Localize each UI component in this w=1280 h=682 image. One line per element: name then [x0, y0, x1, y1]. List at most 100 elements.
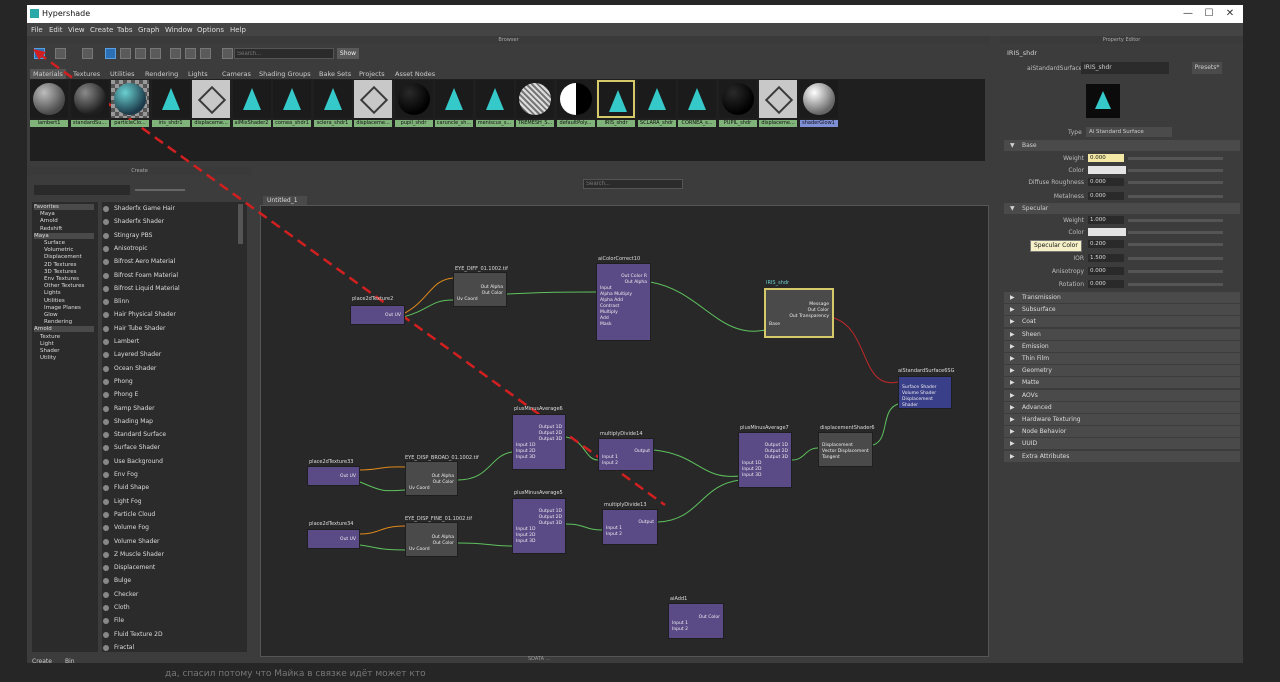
node-title-dispshader: displacementShader6	[820, 425, 875, 431]
material-swatch[interactable]	[475, 80, 514, 118]
wire-disp	[872, 403, 899, 446]
port-input3d-7: Input 3D	[742, 473, 762, 478]
node-shading-group[interactable]: Surface Shader Volume Shader Displacemen…	[898, 376, 952, 409]
material-swatch[interactable]	[70, 80, 109, 118]
expand-triangle-icon: ▶	[1010, 294, 1015, 301]
material-swatch[interactable]	[111, 80, 149, 118]
spec-color-slider[interactable]	[1128, 231, 1223, 234]
port-outalpha-fine: Out Alpha	[431, 535, 454, 540]
section-header[interactable]: ▶ Thin Film	[1004, 353, 1240, 364]
material-swatch[interactable]	[313, 80, 352, 118]
swatch-label: shaderGlow1	[799, 120, 838, 127]
material-swatch[interactable]	[192, 80, 230, 118]
section-header[interactable]: ▶ UUID	[1004, 438, 1240, 450]
swatch-label: iris_shdr1	[151, 120, 190, 127]
arnold-logo-icon	[161, 88, 180, 110]
node-eye-disp-broad[interactable]: Out Alpha Out Color Uv Coord	[405, 461, 458, 496]
section-header[interactable]: ▶ Advanced	[1004, 401, 1240, 413]
metalness-field[interactable]: 0.000	[1088, 192, 1124, 200]
wire-uv-3	[359, 466, 406, 471]
anisotropy-slider[interactable]	[1128, 270, 1223, 273]
node-multiplydivide13[interactable]: Output Input 1 Input 2	[602, 509, 658, 545]
node-eye-diff-file[interactable]: Out Alpha Out Color Uv Coord	[453, 272, 507, 307]
material-swatch[interactable]	[232, 80, 271, 118]
spec-roughness-field[interactable]: 0.200	[1088, 240, 1124, 248]
swatch-label: caruncle_sh...	[435, 120, 473, 127]
metalness-slider[interactable]	[1128, 195, 1223, 198]
material-swatch[interactable]	[556, 80, 595, 118]
section-header[interactable]: ▶ Node Behavior	[1004, 426, 1240, 438]
node-eye-disp-fine[interactable]: Out Alpha Out Color Uv Coord	[405, 522, 458, 557]
base-color-slider[interactable]	[1128, 169, 1223, 172]
node-place2dtexture2[interactable]: Out UV	[350, 305, 405, 325]
node-place2dtexture33[interactable]: Out UV	[307, 466, 360, 486]
node-iris-shdr[interactable]: Message Out Color Out Transparency Base	[764, 288, 834, 338]
material-swatch[interactable]	[678, 80, 716, 118]
wire-base	[649, 281, 766, 332]
base-weight-slider[interactable]	[1128, 157, 1223, 160]
section-header[interactable]: ▶ Emission	[1004, 340, 1240, 352]
diffuse-roughness-field[interactable]: 0.000	[1088, 178, 1124, 186]
material-swatch[interactable]	[759, 80, 797, 118]
material-swatch[interactable]	[718, 80, 757, 118]
ior-slider[interactable]	[1128, 257, 1223, 260]
spec-roughness-slider[interactable]	[1128, 243, 1223, 246]
node-aicolorcorrect[interactable]: Out Color R Out Alpha Input Alpha Multip…	[596, 263, 651, 341]
wire-uv-1	[402, 277, 454, 315]
material-preview-sphere	[73, 83, 106, 115]
section-header[interactable]: ▶ Subsurface	[1004, 304, 1240, 316]
material-swatch[interactable]	[273, 80, 311, 118]
node-aiadd1[interactable]: Out Color Input 1 Input 2	[668, 603, 724, 639]
node-plusminusaverage6[interactable]: Output 1D Output 2D Output 3D Input 1D I…	[512, 414, 566, 470]
node-multiplydivide14[interactable]: Output Input 1 Input 2	[598, 438, 654, 471]
port-input2-14: Input 2	[602, 461, 618, 466]
port-input3d-5: Input 3D	[516, 539, 536, 544]
section-header[interactable]: ▶ Matte	[1004, 377, 1240, 389]
rotation-field[interactable]: 0.000	[1088, 280, 1124, 288]
material-swatch[interactable]	[799, 80, 838, 118]
material-preview-sphere	[559, 83, 592, 115]
material-swatch[interactable]	[435, 80, 473, 118]
base-color-swatch[interactable]	[1088, 166, 1126, 174]
arnold-logo-icon	[283, 88, 301, 110]
material-swatch[interactable]	[597, 80, 635, 118]
material-swatch[interactable]	[151, 80, 190, 118]
section-header[interactable]: ▶ Coat	[1004, 316, 1240, 328]
section-title: Advanced	[1022, 403, 1052, 411]
swatch-label: IRIS_shdr	[597, 120, 635, 127]
node-plusminusaverage7[interactable]: Output 1D Output 2D Output 3D Input 1D I…	[738, 432, 792, 488]
spec-weight-slider[interactable]	[1128, 219, 1223, 222]
node-plusminusaverage5[interactable]: Output 1D Output 2D Output 3D Input 1D I…	[512, 498, 566, 554]
expand-triangle-icon: ▶	[1010, 355, 1015, 362]
section-title: Emission	[1022, 342, 1049, 350]
section-header[interactable]: ▶ Hardware Texturing	[1004, 414, 1240, 425]
section-header[interactable]: ▶ Transmission	[1004, 292, 1240, 303]
wire-uv-4	[359, 481, 406, 492]
material-swatch[interactable]	[30, 80, 68, 118]
section-header[interactable]: ▶ Sheen	[1004, 328, 1240, 340]
material-swatch[interactable]	[637, 80, 676, 118]
section-base[interactable]: ▼ Base	[1004, 140, 1240, 151]
spec-color-label: Color	[1068, 229, 1084, 236]
material-swatch[interactable]	[354, 80, 392, 118]
material-swatch[interactable]	[394, 80, 433, 118]
expand-triangle-icon: ▶	[1010, 440, 1015, 448]
spec-color-swatch[interactable]	[1088, 228, 1126, 236]
material-swatch[interactable]	[516, 80, 554, 118]
spec-weight-field[interactable]: 1.000	[1088, 216, 1124, 224]
wire-color	[506, 291, 597, 295]
section-header[interactable]: ▶ Extra Attributes	[1004, 450, 1240, 462]
base-weight-field[interactable]: 0.000	[1088, 154, 1124, 162]
wire-md13	[657, 479, 741, 523]
anisotropy-field[interactable]: 0.000	[1088, 267, 1124, 275]
diffuse-roughness-slider[interactable]	[1128, 181, 1223, 184]
swatch-label: standardSu...	[70, 120, 109, 127]
section-specular[interactable]: ▼ Specular	[1004, 203, 1240, 214]
node-displacementshader6[interactable]: Displacement Vector Displacement Tangent	[818, 432, 873, 467]
node-place2dtexture34[interactable]: Out UV	[307, 529, 360, 549]
section-header[interactable]: ▶ Geometry	[1004, 365, 1240, 377]
rotation-slider[interactable]	[1128, 283, 1223, 286]
ior-field[interactable]: 1.500	[1088, 254, 1124, 262]
port-displacement: Displacement	[822, 443, 853, 448]
section-header[interactable]: ▶ AOVs	[1004, 389, 1240, 401]
